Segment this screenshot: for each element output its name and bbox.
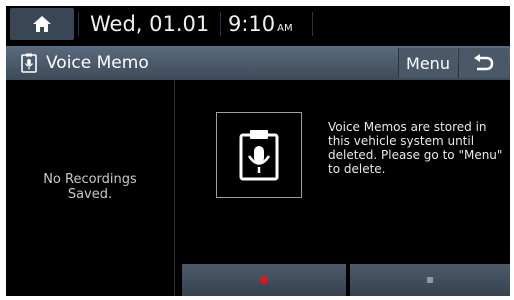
status-divider [312, 12, 313, 36]
home-icon [33, 16, 51, 32]
back-button[interactable] [458, 48, 509, 78]
time-ampm: AM [277, 23, 293, 34]
voice-memo-info-text: Voice Memos are stored in this vehicle s… [328, 120, 503, 176]
page-title: Voice Memo [46, 53, 149, 73]
status-divider [78, 12, 79, 36]
title-bar: Voice Memo Menu [6, 46, 510, 80]
time-value: 9:10 [228, 12, 276, 36]
stop-icon [427, 277, 433, 283]
empty-recordings-message: No Recordings Saved. [6, 172, 174, 202]
voice-memo-icon [21, 53, 37, 73]
clipboard-microphone-icon [239, 130, 279, 181]
menu-button[interactable]: Menu [398, 48, 457, 78]
record-icon [260, 276, 268, 284]
record-button[interactable] [182, 264, 346, 296]
time-text: 9:10 AM [228, 12, 293, 41]
empty-message-line: Saved. [67, 187, 113, 202]
voice-memo-illustration [216, 112, 302, 198]
status-divider [220, 12, 221, 36]
back-arrow-icon [474, 54, 494, 71]
stop-button[interactable] [350, 264, 510, 296]
date-text: Wed, 01.01 [90, 12, 210, 36]
home-button[interactable] [10, 8, 74, 40]
empty-message-line: No Recordings [43, 172, 137, 187]
recordings-list-panel: No Recordings Saved. [6, 80, 175, 296]
head-unit-screen: Wed, 01.01 9:10 AM Voice Memo Menu No Rec… [6, 6, 510, 296]
status-bar: Wed, 01.01 9:10 AM [6, 6, 510, 42]
